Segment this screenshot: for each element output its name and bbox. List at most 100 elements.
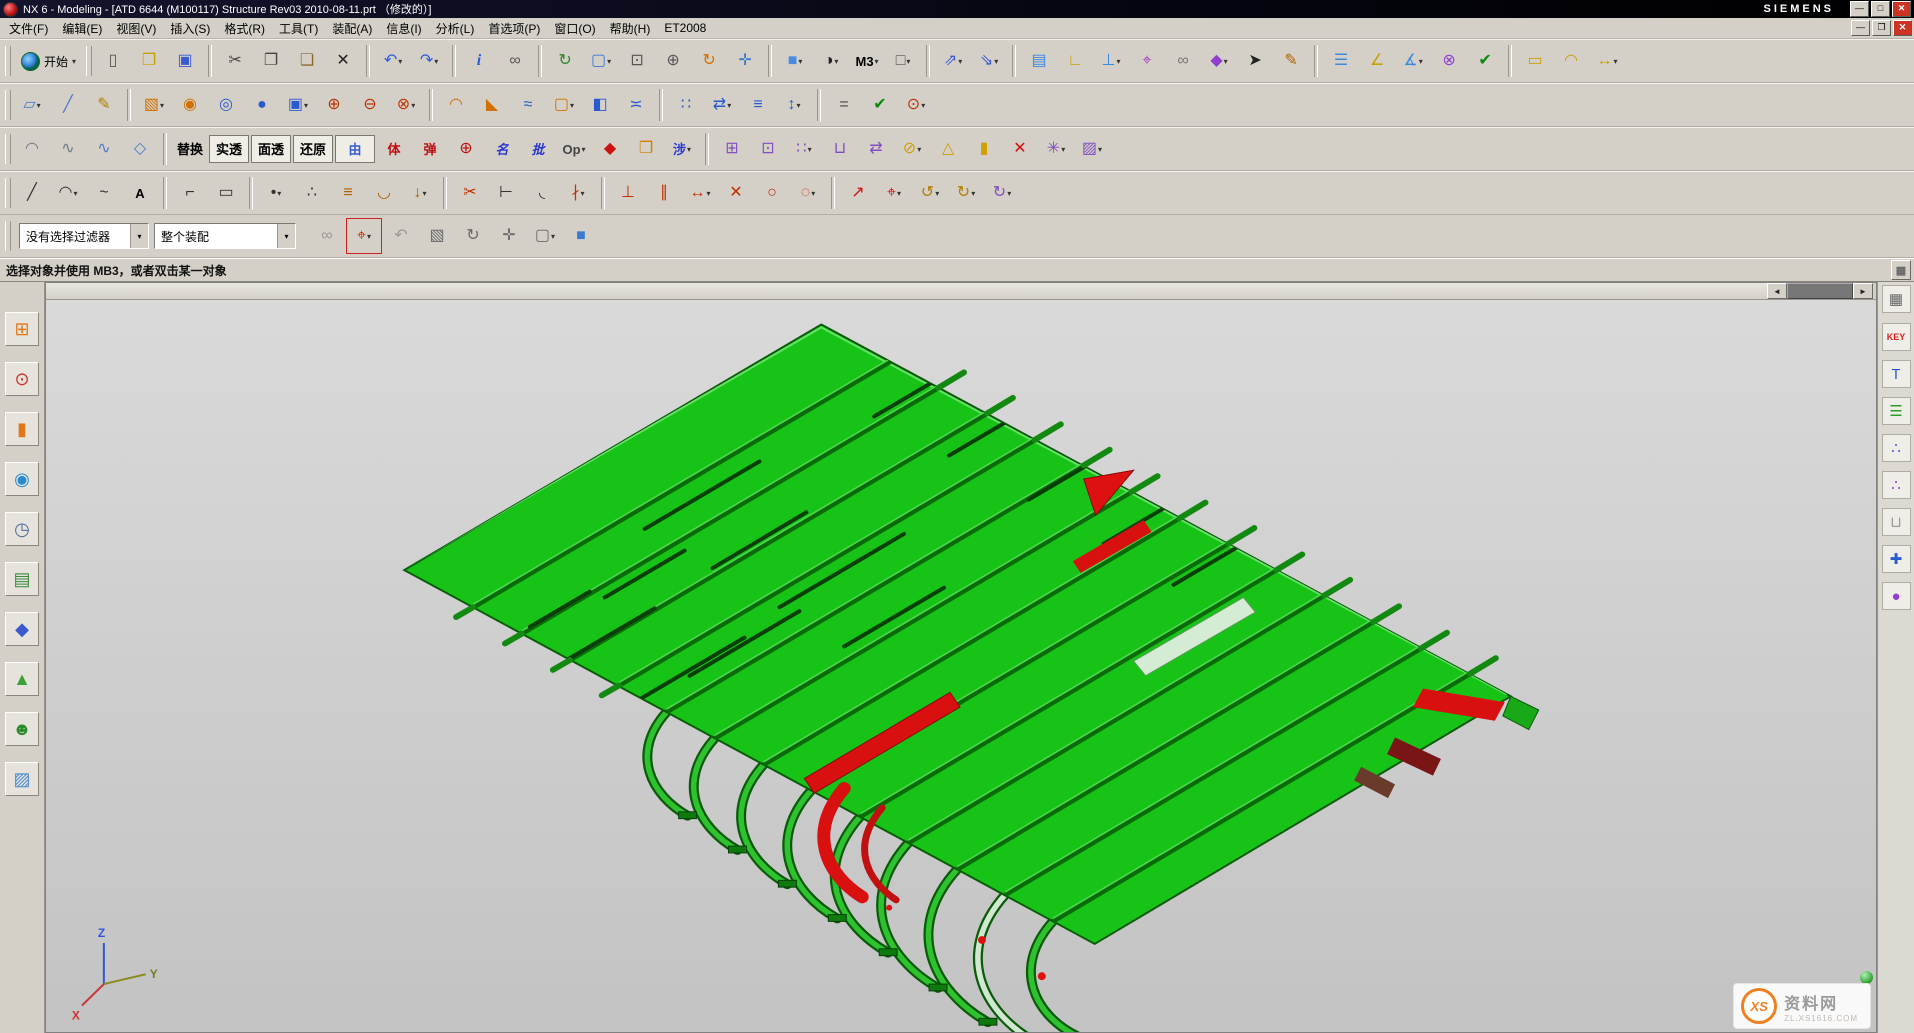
purple-ball-icon[interactable]: ● <box>1882 582 1911 610</box>
visualization-icon[interactable]: ◆ <box>5 612 39 646</box>
menu-item[interactable]: 装配(A) <box>325 19 379 38</box>
dimension-icon[interactable]: ↔ <box>683 176 717 210</box>
angle-icon[interactable]: ∡ <box>1396 44 1430 78</box>
minimize-button[interactable]: — <box>1850 1 1869 17</box>
menu-item[interactable]: 分析(L) <box>429 19 482 38</box>
replace-button[interactable]: 替换 <box>173 132 207 166</box>
constraint-navigator-icon[interactable]: ⊙ <box>5 362 39 396</box>
sketch-icon[interactable]: ✎ <box>87 88 121 122</box>
trim-recipe-icon[interactable]: ∤ <box>561 176 595 210</box>
center-target-icon[interactable]: ⊕ <box>449 132 483 166</box>
chevron-down-icon[interactable]: ▾ <box>130 224 148 248</box>
red-arrow-icon[interactable]: ↗ <box>841 176 875 210</box>
annotate-icon[interactable]: ✎ <box>1274 44 1308 78</box>
move-component-icon[interactable]: ⇄ <box>859 132 893 166</box>
pan-icon[interactable]: ✛ <box>728 44 762 78</box>
dock-grid-icon[interactable]: ▦ <box>1882 285 1911 313</box>
assembly-navigator-icon[interactable]: ⊞ <box>5 312 39 346</box>
paste-icon[interactable]: ❏ <box>290 44 324 78</box>
thread-icon[interactable]: ≈ <box>511 88 545 122</box>
remove-component-icon[interactable]: ✕ <box>1003 132 1037 166</box>
info-icon[interactable]: i <box>462 44 496 78</box>
body-button[interactable]: 体 <box>377 132 411 166</box>
component-pattern-icon[interactable]: ∷ <box>787 132 821 166</box>
maximize-button[interactable]: □ <box>1871 1 1890 17</box>
protractor-icon[interactable]: ◠ <box>1554 44 1588 78</box>
dock-grid-icon[interactable]: ▦ <box>1891 260 1911 280</box>
new-component-icon[interactable]: ⊡ <box>751 132 785 166</box>
redo-icon[interactable]: ↷ <box>412 44 446 78</box>
parallel-icon[interactable]: ∥ <box>647 176 681 210</box>
red-cube-icon[interactable]: ◆ <box>593 132 627 166</box>
model-roof-panel[interactable] <box>404 324 1511 943</box>
menu-item[interactable]: 格式(R) <box>217 19 272 38</box>
snap-view-icon[interactable]: ⌖ <box>1130 44 1164 78</box>
trim-body-icon[interactable]: ◧ <box>583 88 617 122</box>
close-button[interactable]: ✕ <box>1892 1 1911 17</box>
pocket-icon[interactable]: ▣ <box>281 88 315 122</box>
offset-curve-icon[interactable]: ≡ <box>331 176 365 210</box>
scroll-right-button[interactable]: ► <box>1853 283 1873 299</box>
toolbar-grip[interactable] <box>5 90 11 120</box>
toolbar-grip[interactable] <box>5 178 11 208</box>
intersect-icon[interactable]: ⊗ <box>389 88 423 122</box>
mate-component-icon[interactable]: ⊔ <box>823 132 857 166</box>
sequence-icon[interactable]: ▨ <box>1075 132 1109 166</box>
ruled-surface-icon[interactable]: ◠ <box>15 132 49 166</box>
cube-wireframe-icon[interactable]: ▧ <box>420 219 454 253</box>
orbit-icon[interactable]: ↻ <box>456 219 490 253</box>
inspect-icon[interactable]: ⊗ <box>1432 44 1466 78</box>
text-icon[interactable]: A <box>123 176 157 210</box>
gallery-icon[interactable]: ▨ <box>5 762 39 796</box>
name-button[interactable]: 名 <box>485 132 519 166</box>
blue-cluster-icon[interactable]: ∴ <box>1882 434 1911 462</box>
examine-icon[interactable]: ⊙ <box>899 88 933 122</box>
link-icon[interactable]: ∞ <box>310 219 344 253</box>
t-post-icon[interactable]: T <box>1882 360 1911 388</box>
scrollbar-thumb[interactable] <box>1787 283 1853 299</box>
menu-item[interactable]: 文件(F) <box>2 19 55 38</box>
datum-axis-icon[interactable]: ╱ <box>51 88 85 122</box>
ruler-icon[interactable]: ▭ <box>1518 44 1552 78</box>
wcs-icon[interactable]: ∟ <box>1058 44 1092 78</box>
expression-icon[interactable]: = <box>827 88 861 122</box>
green-stack-icon[interactable]: ☰ <box>1882 397 1911 425</box>
purple-cluster-icon[interactable]: ∴ <box>1882 471 1911 499</box>
spectacles-icon[interactable]: ∞ <box>1166 44 1200 78</box>
op-icon[interactable]: Op <box>557 132 591 166</box>
orbit2-icon[interactable]: ↻ <box>949 176 983 210</box>
cylinder-icon[interactable]: ▮ <box>967 132 1001 166</box>
gem-icon[interactable]: ◆ <box>1202 44 1236 78</box>
materials-icon[interactable]: ▤ <box>5 562 39 596</box>
menu-item[interactable]: 帮助(H) <box>603 19 658 38</box>
menu-item[interactable]: 视图(V) <box>109 19 163 38</box>
refresh-icon[interactable]: ↻ <box>548 44 582 78</box>
bridge-curve-icon[interactable]: ◡ <box>367 176 401 210</box>
point-icon[interactable]: • <box>259 176 293 210</box>
measure-icon[interactable]: ↔ <box>1590 44 1624 78</box>
spline-icon[interactable]: ~ <box>87 176 121 210</box>
start-button[interactable]: 开始 ▾ <box>14 44 83 78</box>
she-button[interactable]: 涉 <box>665 132 699 166</box>
shaded-cube-icon[interactable]: ■ <box>564 219 598 253</box>
shaded-view-icon[interactable]: ■ <box>778 44 812 78</box>
menu-item[interactable]: 信息(I) <box>379 19 428 38</box>
check-icon[interactable]: ✔ <box>1468 44 1502 78</box>
view-preset-m3[interactable]: M3 <box>850 44 884 78</box>
history-icon[interactable]: ◷ <box>5 512 39 546</box>
triad-icon[interactable]: ∠ <box>1360 44 1394 78</box>
find-icon[interactable]: ∞ <box>498 44 532 78</box>
point-snap-icon[interactable]: ✛ <box>492 219 526 253</box>
quick-extend-icon[interactable]: ⊢ <box>489 176 523 210</box>
point-set-icon[interactable]: ∴ <box>295 176 329 210</box>
perpendicular-icon[interactable]: ⊥ <box>611 176 645 210</box>
rotate-view-icon[interactable]: ↻ <box>692 44 726 78</box>
mdi-restore-button[interactable]: ❐ <box>1872 20 1891 36</box>
scale-icon[interactable]: ↕ <box>777 88 811 122</box>
menu-item[interactable]: 工具(T) <box>272 19 325 38</box>
view-box-icon[interactable]: □ <box>886 44 920 78</box>
render-style-icon[interactable]: ◑ <box>814 44 848 78</box>
circle-icon[interactable]: ○ <box>755 176 789 210</box>
add-component-icon[interactable]: ⊞ <box>715 132 749 166</box>
delete-icon[interactable]: ✕ <box>326 44 360 78</box>
